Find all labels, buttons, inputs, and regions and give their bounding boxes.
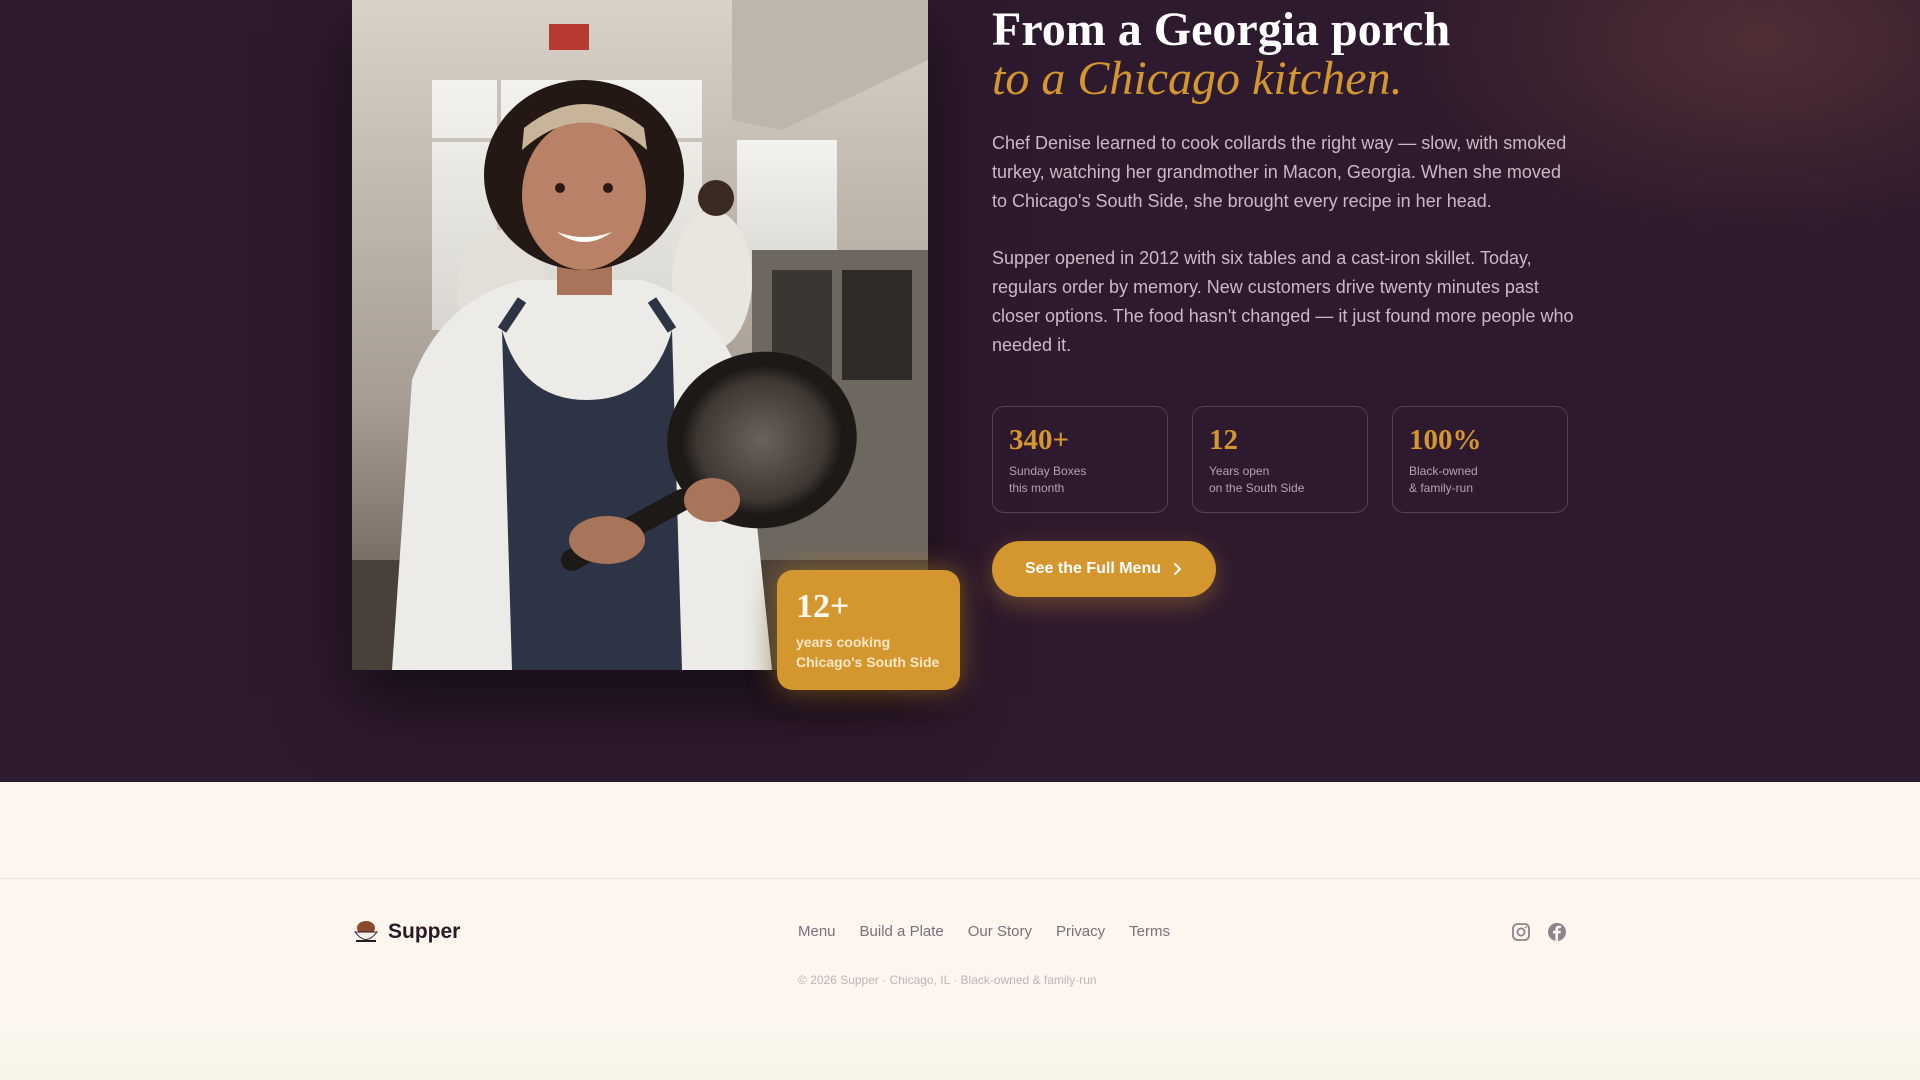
stat-label-2: this month: [1009, 481, 1065, 495]
story-paragraph-1: Chef Denise learned to cook collards the…: [992, 133, 1567, 211]
footer-divider: [0, 878, 1920, 879]
footer-link-terms[interactable]: Terms: [1129, 923, 1170, 940]
social-links: [1511, 922, 1567, 942]
stat-value: 100%: [1409, 424, 1482, 456]
footer-link-privacy[interactable]: Privacy: [1056, 923, 1105, 940]
stat-card: 340+ Sunday Boxes this month: [992, 406, 1168, 513]
chevron-right-icon: [1173, 562, 1183, 576]
years-badge: 12+ years cooking Chicago's South Side: [777, 570, 960, 690]
stat-label-1: Sunday Boxes: [1009, 464, 1087, 478]
stats-row: 340+ Sunday Boxes this month 12 Years op…: [992, 406, 1568, 513]
footer-brand[interactable]: Supper: [352, 917, 460, 947]
stat-card: 100% Black-owned & family-run: [1392, 406, 1568, 513]
footer-nav: Menu Build a Plate Our Story Privacy Ter…: [798, 923, 1170, 940]
bowl-logo-icon: [352, 917, 380, 947]
footer-fade: [0, 1025, 1920, 1080]
story-headline: From a Georgia porch to a Chicago kitche…: [992, 6, 1692, 104]
stat-value: 340+: [1009, 424, 1070, 456]
stat-card: 12 Years open on the South Side: [1192, 406, 1368, 513]
stat-value: 12: [1209, 424, 1238, 456]
facebook-icon[interactable]: [1547, 922, 1567, 942]
headline-line-1: From a Georgia porch: [992, 3, 1451, 56]
copyright-text: © 2026 Supper · Chicago, IL · Black-owne…: [798, 973, 1097, 987]
stat-label-1: Black-owned: [1409, 464, 1478, 478]
story-paragraph-2: Supper opened in 2012 with six tables an…: [992, 248, 1574, 355]
badge-value: 12+: [796, 588, 850, 625]
stat-label-2: & family-run: [1409, 481, 1474, 495]
headline-line-2: to a Chicago kitchen.: [992, 52, 1403, 105]
stat-label-2: on the South Side: [1209, 481, 1305, 495]
stat-label-1: Years open: [1209, 464, 1270, 478]
story-section: 12+ years cooking Chicago's South Side F…: [0, 0, 1920, 782]
cta-label: See the Full Menu: [1024, 560, 1161, 577]
instagram-icon[interactable]: [1511, 922, 1531, 942]
badge-line-1: years cooking: [796, 634, 891, 650]
footer-link-build-a-plate[interactable]: Build a Plate: [860, 923, 944, 940]
footer-link-menu[interactable]: Menu: [798, 923, 836, 940]
see-full-menu-button[interactable]: See the Full Menu: [992, 541, 1216, 597]
badge-line-2: Chicago's South Side: [796, 654, 940, 670]
footer-link-our-story[interactable]: Our Story: [968, 923, 1032, 940]
brand-name: Supper: [388, 920, 461, 943]
